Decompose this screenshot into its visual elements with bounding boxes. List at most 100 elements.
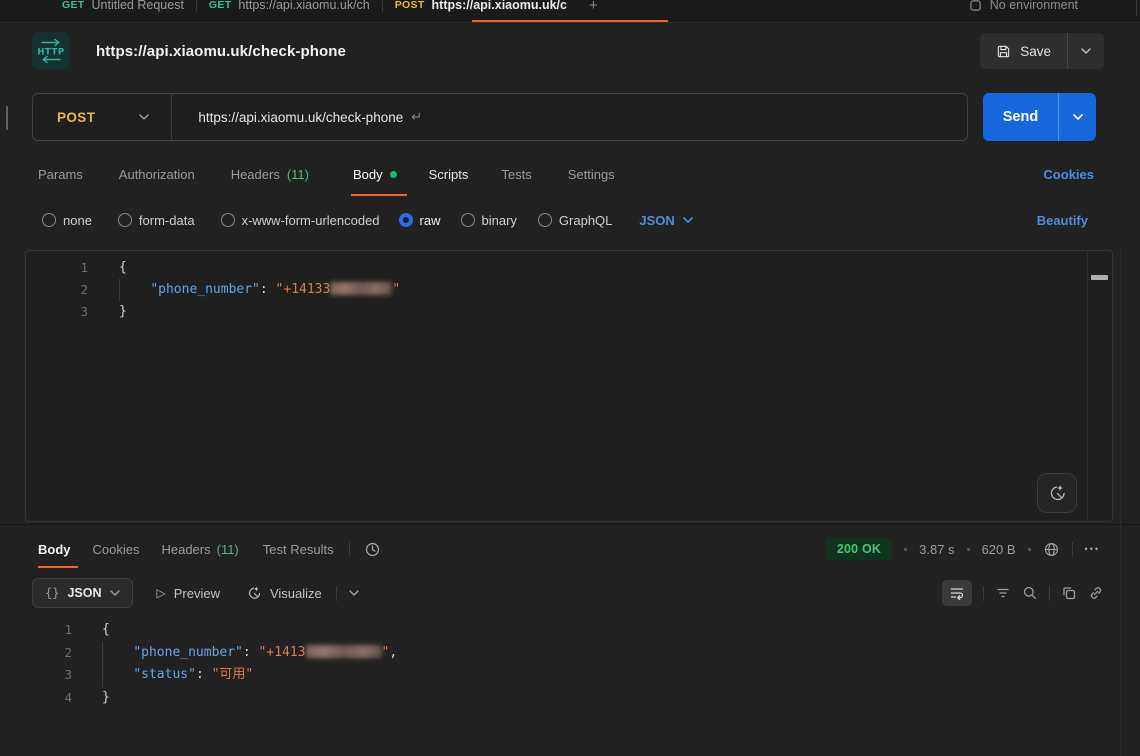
tab-tests[interactable]: Tests	[501, 152, 531, 196]
word-wrap-icon	[949, 585, 965, 601]
divider	[336, 586, 337, 601]
url-divider	[171, 94, 172, 140]
format-options-button[interactable]	[349, 590, 359, 596]
code-line: 2 "phone_number": "+1413",	[0, 642, 1120, 665]
response-tab-headers[interactable]: Headers (11)	[161, 530, 238, 568]
tab-headers[interactable]: Headers (11)	[231, 152, 309, 196]
url-input[interactable]: https://api.xiaomu.uk/check-phone	[198, 110, 403, 125]
radio-none[interactable]: none	[42, 213, 92, 228]
code-line: 4 }	[0, 687, 1120, 710]
response-tools	[942, 580, 1104, 606]
tab-title: https://api.xiaomu.uk/c	[432, 0, 567, 12]
tab-params[interactable]: Params	[38, 152, 83, 196]
body-type-options: none form-data x-www-form-urlencoded raw…	[42, 203, 693, 237]
tab-scripts[interactable]: Scripts	[429, 152, 469, 196]
svg-text:HTTP: HTTP	[37, 48, 64, 58]
tab-authorization[interactable]: Authorization	[119, 152, 195, 196]
save-options-button[interactable]	[1068, 48, 1104, 54]
request-json: 1 { 2 "phone_number": "+14133" 3 }	[26, 257, 1112, 323]
cookies-link[interactable]: Cookies	[1043, 152, 1094, 196]
radio-x-www-form-urlencoded[interactable]: x-www-form-urlencoded	[221, 213, 380, 228]
response-headers-count: (11)	[217, 542, 239, 557]
response-body-viewer[interactable]: 1 { 2 "phone_number": "+1413", 3 "status…	[0, 619, 1120, 709]
redacted-phone-number	[330, 282, 392, 295]
indent-guide	[119, 279, 120, 301]
method-badge: POST	[395, 0, 425, 11]
request-body-editor[interactable]: 1 { 2 "phone_number": "+14133" 3 }	[25, 250, 1113, 522]
divider	[1072, 542, 1073, 557]
tab-body[interactable]: Body	[353, 152, 397, 196]
right-gutter-line	[1120, 250, 1121, 756]
editor-scrollbar-thumb[interactable]	[1091, 275, 1108, 280]
response-tab-body[interactable]: Body	[38, 530, 71, 568]
response-tab-test-results[interactable]: Test Results	[263, 530, 334, 568]
code-line: 1 {	[26, 257, 1112, 279]
globe-icon	[1043, 541, 1060, 558]
editor-scrollbar-track	[1087, 252, 1088, 520]
radio-circle	[118, 213, 132, 227]
visualize-button[interactable]: Visualize	[246, 585, 322, 601]
response-size: 620 B	[982, 542, 1016, 557]
radio-graphql[interactable]: GraphQL	[538, 213, 612, 228]
play-icon: ▷	[157, 586, 166, 600]
send-options-button[interactable]	[1059, 114, 1096, 120]
method-badge: GET	[62, 0, 85, 11]
postbot-button[interactable]	[1037, 473, 1077, 513]
method-selector[interactable]: POST	[57, 110, 95, 125]
response-tab-cookies[interactable]: Cookies	[93, 530, 140, 568]
request-tab-2[interactable]: GET https://api.xiaomu.uk/ch	[209, 0, 370, 12]
radio-circle-selected	[399, 213, 413, 227]
new-tab-button[interactable]: +	[589, 0, 598, 14]
tab-title: https://api.xiaomu.uk/ch	[238, 0, 369, 12]
beautify-link[interactable]: Beautify	[1037, 203, 1088, 237]
history-clock-icon	[364, 541, 381, 558]
radio-raw[interactable]: raw	[399, 213, 441, 228]
radio-form-data[interactable]: form-data	[118, 213, 195, 228]
method-badge: GET	[209, 0, 232, 11]
share-link-button[interactable]	[1088, 585, 1104, 601]
tab-title: Untitled Request	[92, 0, 184, 12]
request-tab-bar: Params Authorization Headers (11) Body S…	[38, 152, 1104, 196]
tab-divider	[196, 0, 197, 12]
environment-icon	[969, 0, 982, 12]
response-meta: 200 OK 3.87 s 620 B •••	[826, 538, 1100, 560]
radio-circle	[461, 213, 475, 227]
sidebar-drag-handle[interactable]	[6, 106, 8, 130]
copy-button[interactable]	[1061, 585, 1077, 601]
word-wrap-button[interactable]	[942, 580, 972, 606]
response-format-dropdown[interactable]: {} JSON	[32, 578, 133, 608]
http-request-icon: HTTP	[32, 32, 70, 70]
environment-label: No environment	[990, 0, 1078, 12]
tab-settings[interactable]: Settings	[568, 152, 615, 196]
format-dropdown[interactable]: JSON	[639, 213, 692, 228]
save-icon	[996, 44, 1011, 59]
method-chevron-icon[interactable]	[139, 114, 149, 120]
radio-circle	[538, 213, 552, 227]
braces-icon: {}	[45, 586, 59, 600]
request-tab-active[interactable]: POST https://api.xiaomu.uk/c	[395, 0, 567, 12]
save-label: Save	[1020, 44, 1051, 59]
chevron-down-icon	[1081, 48, 1091, 54]
network-info-button[interactable]	[1043, 541, 1060, 558]
response-toolbar: {} JSON ▷ Preview Visualize	[32, 576, 1104, 610]
chevron-down-icon	[110, 590, 120, 596]
filter-button[interactable]	[995, 585, 1011, 601]
more-options-button[interactable]: •••	[1085, 544, 1100, 554]
dot-separator	[904, 548, 907, 551]
code-line: 3 "status": "可用"	[0, 664, 1120, 687]
preview-button[interactable]: ▷ Preview	[157, 586, 220, 601]
search-button[interactable]	[1022, 585, 1038, 601]
chevron-down-icon	[683, 217, 693, 223]
radio-binary[interactable]: binary	[461, 213, 517, 228]
environment-selector[interactable]: No environment	[969, 0, 1078, 12]
send-button[interactable]: Send	[983, 109, 1058, 125]
sparkle-ai-icon	[246, 585, 262, 601]
response-history-button[interactable]	[364, 541, 381, 558]
save-split-button: Save	[980, 33, 1104, 69]
tab-strip: GET Untitled Request GET https://api.xia…	[0, 0, 1140, 23]
request-tab-1[interactable]: GET Untitled Request	[62, 0, 184, 12]
save-button[interactable]: Save	[980, 44, 1067, 59]
chevron-down-icon	[349, 590, 359, 596]
divider	[349, 542, 350, 557]
copy-icon	[1061, 585, 1077, 601]
